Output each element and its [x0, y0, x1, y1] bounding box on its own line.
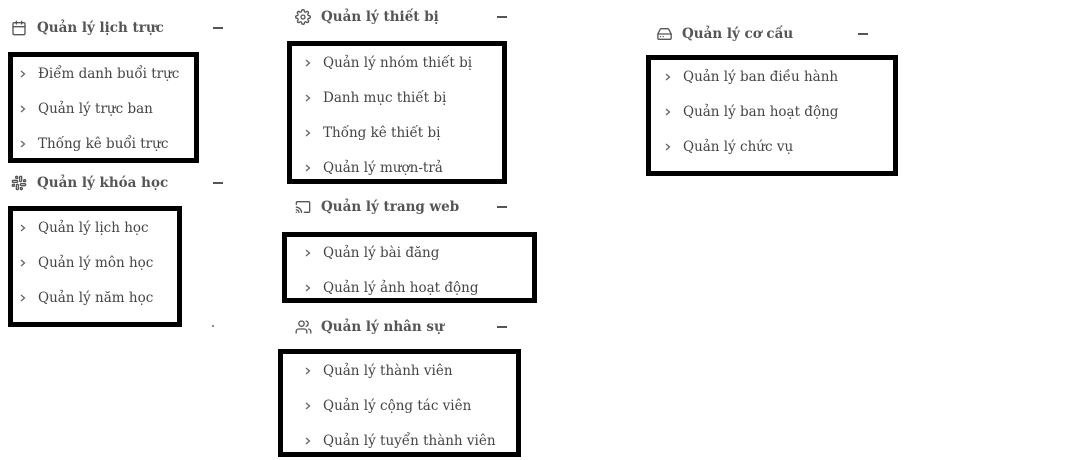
menu-item-quan-ly-muon-tra[interactable]: Quản lý mượn-trả: [303, 155, 443, 181]
menu-item-quan-ly-chuc-vu[interactable]: Quản lý chức vụ: [663, 134, 793, 160]
menu-item-quan-ly-mon-hoc[interactable]: Quản lý môn học: [18, 250, 153, 276]
collapse-button-thiet-bi[interactable]: [495, 10, 509, 24]
menu-item-label: Quản lý mượn-trả: [323, 160, 443, 176]
submenu-co-cau: Quản lý ban điều hành Quản lý ban hoạt đ…: [646, 55, 898, 176]
menu-item-quan-ly-ban-hoat-dong[interactable]: Quản lý ban hoạt động: [663, 99, 838, 125]
chevron-right-icon: [303, 128, 313, 138]
stray-dot: [212, 325, 214, 327]
submenu-thiet-bi: Quản lý nhóm thiết bị Danh mục thiết bị …: [287, 41, 507, 184]
chevron-right-icon: [303, 401, 313, 411]
menu-item-label: Thống kê buổi trực: [38, 136, 169, 152]
menu-item-label: Quản lý cộng tác viên: [323, 398, 472, 414]
users-icon: [294, 318, 312, 336]
menu-item-label: Quản lý môn học: [38, 255, 154, 271]
section-title-lich-truc: Quản lý lịch trực: [37, 20, 164, 36]
cast-icon: [294, 198, 312, 216]
menu-item-label: Quản lý thành viên: [323, 363, 453, 379]
slack-icon: [10, 174, 28, 192]
collapse-button-trang-web[interactable]: [495, 200, 509, 214]
menu-item-quan-ly-nhom-thiet-bi[interactable]: Quản lý nhóm thiết bị: [303, 50, 472, 76]
chevron-right-icon: [18, 258, 28, 268]
chevron-right-icon: [18, 139, 28, 149]
chevron-right-icon: [18, 69, 28, 79]
section-header-khoa-hoc[interactable]: Quản lý khóa học: [10, 171, 168, 195]
minus-icon: [497, 206, 507, 208]
chevron-right-icon: [303, 93, 313, 103]
chevron-right-icon: [303, 436, 313, 446]
chevron-right-icon: [303, 163, 313, 173]
menu-item-label: Quản lý tuyển thành viên: [323, 433, 496, 449]
calendar-icon: [10, 19, 28, 37]
menu-item-quan-ly-anh-hoat-dong[interactable]: Quản lý ảnh hoạt động: [303, 275, 478, 301]
section-title-trang-web: Quản lý trang web: [321, 199, 460, 215]
menu-item-quan-ly-bai-dang[interactable]: Quản lý bài đăng: [303, 240, 439, 266]
chevron-right-icon: [303, 366, 313, 376]
menu-item-danh-muc-thiet-bi[interactable]: Danh mục thiết bị: [303, 85, 446, 111]
menu-item-label: Quản lý ban hoạt động: [683, 104, 839, 120]
menu-item-diem-danh-buoi-truc[interactable]: Điểm danh buổi trực: [18, 61, 179, 87]
collapse-button-co-cau[interactable]: [856, 27, 870, 41]
collapse-button-nhan-su[interactable]: [495, 320, 509, 334]
section-title-nhan-su: Quản lý nhân sự: [321, 319, 444, 335]
chevron-right-icon: [18, 104, 28, 114]
menu-item-thong-ke-buoi-truc[interactable]: Thống kê buổi trực: [18, 131, 168, 157]
menu-item-quan-ly-tuyen-thanh-vien[interactable]: Quản lý tuyển thành viên: [303, 428, 496, 454]
gear-icon: [294, 8, 312, 26]
menu-item-quan-ly-ban-dieu-hanh[interactable]: Quản lý ban điều hành: [663, 64, 838, 90]
menu-item-label: Quản lý lịch học: [38, 220, 149, 236]
chevron-right-icon: [303, 58, 313, 68]
menu-item-label: Quản lý bài đăng: [323, 245, 440, 261]
menu-item-label: Quản lý năm học: [38, 290, 154, 306]
section-header-lich-truc[interactable]: Quản lý lịch trực: [10, 16, 164, 40]
menu-item-quan-ly-nam-hoc[interactable]: Quản lý năm học: [18, 285, 153, 311]
menu-item-label: Quản lý ảnh hoạt động: [323, 280, 479, 296]
section-title-thiet-bi: Quản lý thiết bị: [321, 9, 439, 25]
menu-item-thong-ke-thiet-bi[interactable]: Thống kê thiết bị: [303, 120, 440, 146]
chevron-right-icon: [663, 107, 673, 117]
menu-item-label: Quản lý ban điều hành: [683, 69, 839, 85]
section-header-thiet-bi[interactable]: Quản lý thiết bị: [294, 5, 439, 29]
minus-icon: [213, 182, 223, 184]
section-title-khoa-hoc: Quản lý khóa học: [37, 175, 169, 191]
chevron-right-icon: [303, 283, 313, 293]
minus-icon: [213, 27, 223, 29]
section-header-trang-web[interactable]: Quản lý trang web: [294, 195, 459, 219]
submenu-nhan-su: Quản lý thành viên Quản lý cộng tác viên…: [278, 349, 521, 457]
chevron-right-icon: [18, 293, 28, 303]
hard-drive-icon: [655, 25, 673, 43]
section-title-co-cau: Quản lý cơ cấu: [682, 26, 794, 42]
chevron-right-icon: [663, 72, 673, 82]
minus-icon: [497, 326, 507, 328]
menu-item-quan-ly-lich-hoc[interactable]: Quản lý lịch học: [18, 215, 149, 241]
minus-icon: [858, 33, 868, 35]
minus-icon: [497, 16, 507, 18]
menu-item-label: Thống kê thiết bị: [323, 125, 441, 141]
menu-item-label: Danh mục thiết bị: [323, 90, 447, 106]
submenu-trang-web: Quản lý bài đăng Quản lý ảnh hoạt động: [282, 232, 537, 303]
menu-item-quan-ly-cong-tac-vien[interactable]: Quản lý cộng tác viên: [303, 393, 471, 419]
section-header-nhan-su[interactable]: Quản lý nhân sự: [294, 315, 444, 339]
chevron-right-icon: [303, 248, 313, 258]
menu-item-label: Điểm danh buổi trực: [38, 66, 180, 82]
chevron-right-icon: [663, 142, 673, 152]
section-header-co-cau[interactable]: Quản lý cơ cấu: [655, 22, 793, 46]
chevron-right-icon: [18, 223, 28, 233]
submenu-khoa-hoc: Quản lý lịch học Quản lý môn học Quản lý…: [8, 206, 182, 327]
collapse-button-lich-truc[interactable]: [211, 21, 225, 35]
collapse-button-khoa-hoc[interactable]: [211, 176, 225, 190]
menu-item-label: Quản lý nhóm thiết bị: [323, 55, 473, 71]
menu-item-label: Quản lý chức vụ: [683, 139, 794, 155]
menu-item-label: Quản lý trực ban: [38, 101, 153, 117]
menu-item-quan-ly-truc-ban[interactable]: Quản lý trực ban: [18, 96, 153, 122]
menu-item-quan-ly-thanh-vien[interactable]: Quản lý thành viên: [303, 358, 453, 384]
submenu-lich-truc: Điểm danh buổi trực Quản lý trực ban Thố…: [8, 52, 199, 163]
